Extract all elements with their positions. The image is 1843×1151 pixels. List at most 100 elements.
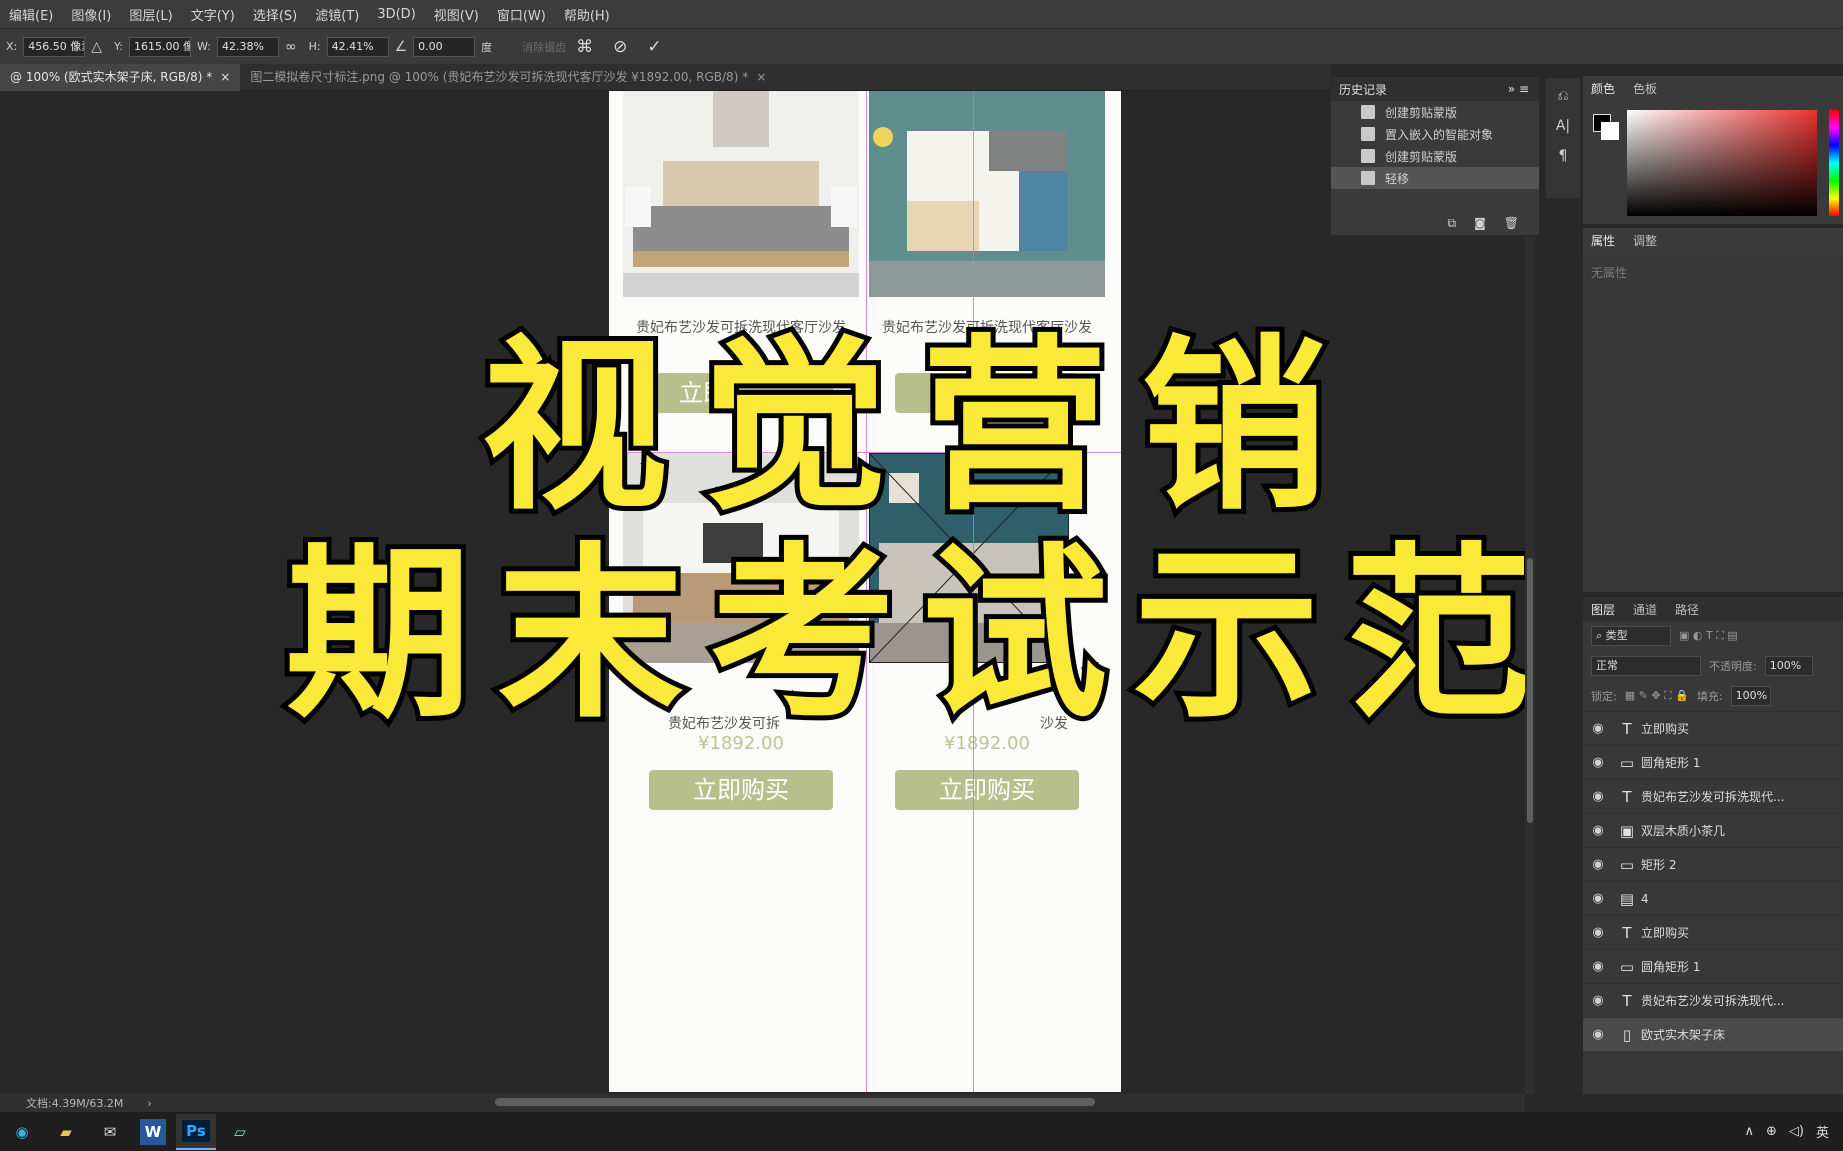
edge-browser-icon[interactable]: ◉ <box>2 1114 42 1150</box>
tab-layers[interactable]: 图层 <box>1591 601 1615 618</box>
tab-document-2[interactable]: 图二模拟卷尺寸标注.png @ 100% (贵妃布艺沙发可拆洗现代客厅沙发 ¥1… <box>240 64 776 91</box>
ime-indicator[interactable]: 英 <box>1816 1122 1829 1141</box>
trash-icon[interactable]: 🗑 <box>1504 216 1519 231</box>
new-document-icon[interactable]: ⧉ <box>1448 216 1457 231</box>
menu-view[interactable]: 视图(V) <box>425 5 488 24</box>
product-name-3: 贵妃布艺沙发可拆 <box>668 716 780 732</box>
lock-icons[interactable]: ▦ ✎ ✥ ⛶ 🔒 <box>1625 689 1689 703</box>
tab-label: 图二模拟卷尺寸标注.png @ 100% (贵妃布艺沙发可拆洗现代客厅沙发 ¥1… <box>250 69 749 84</box>
h-field[interactable]: 42.41% <box>326 36 389 57</box>
buy-button-1[interactable]: 立即 <box>649 373 833 413</box>
buy-button-3[interactable]: 立即购买 <box>649 770 833 810</box>
network-icon[interactable]: ⊕ <box>1766 1124 1777 1139</box>
panel-icon-strip: ⎌ A| ¶ <box>1546 78 1580 198</box>
scrollbar-thumb[interactable] <box>1527 558 1533 823</box>
history-panel-icon[interactable]: ⎌ <box>1557 88 1568 104</box>
panel-menu-icon[interactable]: » ≡ <box>1508 82 1529 96</box>
chevron-up-icon[interactable]: ∧ <box>1744 1124 1754 1139</box>
menu-image[interactable]: 图像(I) <box>62 5 120 24</box>
buy-button-2[interactable] <box>895 373 1079 413</box>
document-artboard[interactable]: 贵妃布艺沙发可拆洗现代客厅沙发 贵妃布艺沙发可拆洗现代客厅沙发 ¥1 立即 贵妃… <box>609 91 1121 1092</box>
layer-name: 圆角矩形 1 <box>1641 756 1701 770</box>
layer-kind-filter[interactable]: ⌕ 类型 <box>1591 626 1671 646</box>
options-bar: X: 456.50 像素 △ Y: 1615.00 像 W: 42.38% ∞ … <box>0 28 1843 64</box>
history-item[interactable]: 创建剪贴蒙版 <box>1331 101 1539 123</box>
close-icon[interactable]: × <box>220 70 230 84</box>
w-field[interactable]: 42.38% <box>216 36 279 57</box>
menu-help[interactable]: 帮助(H) <box>555 5 619 24</box>
document-icon <box>1361 171 1375 185</box>
tab-paths[interactable]: 路径 <box>1675 601 1699 618</box>
layer-row[interactable]: ◉ T 立即购买 <box>1583 915 1843 949</box>
x-field[interactable]: 456.50 像素 <box>23 36 86 57</box>
visibility-eye-icon[interactable]: ◉ <box>1583 993 1613 1008</box>
buy-button-4[interactable]: 立即购买 <box>895 770 1079 810</box>
filter-icons[interactable]: ▣ ◐ T ⛶ ▤ <box>1679 629 1738 643</box>
layer-row[interactable]: ◉ ▭ 圆角矩形 1 <box>1583 745 1843 779</box>
layer-name: 欧式实木架子床 <box>1641 1028 1726 1042</box>
visibility-eye-icon[interactable]: ◉ <box>1583 721 1613 736</box>
word-icon[interactable]: W <box>140 1118 166 1145</box>
layer-row[interactable]: ◉ ▭ 矩形 2 <box>1583 847 1843 881</box>
tab-swatches[interactable]: 色板 <box>1633 80 1657 97</box>
layer-row[interactable]: ◉ T 立即购买 <box>1583 711 1843 745</box>
history-item-selected[interactable]: 轻移 <box>1331 167 1539 189</box>
layer-row[interactable]: ◉ ▭ 圆角矩形 1 <box>1583 949 1843 983</box>
visibility-eye-icon[interactable]: ◉ <box>1583 755 1613 770</box>
history-item-label: 创建剪贴蒙版 <box>1385 149 1458 164</box>
menu-type[interactable]: 文字(Y) <box>182 5 244 24</box>
cancel-icon[interactable]: ⊘ <box>613 37 627 57</box>
tab-adjustments[interactable]: 调整 <box>1633 232 1657 249</box>
visibility-eye-icon[interactable]: ◉ <box>1583 1027 1613 1042</box>
visibility-eye-icon[interactable]: ◉ <box>1583 891 1613 906</box>
layer-row[interactable]: ◉ ▣ 双层木质小茶几 <box>1583 813 1843 847</box>
angle-field[interactable]: 0.00 <box>413 36 476 57</box>
file-explorer-icon[interactable]: ▰ <box>46 1114 86 1150</box>
volume-icon[interactable]: ◁) <box>1789 1124 1804 1139</box>
tab-document-1[interactable]: @ 100% (欧式实木架子床, RGB/8) * × <box>0 63 241 91</box>
visibility-eye-icon[interactable]: ◉ <box>1583 959 1613 974</box>
visibility-eye-icon[interactable]: ◉ <box>1583 789 1613 804</box>
link-icon[interactable]: ∞ <box>285 39 297 55</box>
mail-icon[interactable]: ✉ <box>90 1114 130 1150</box>
layer-row[interactable]: ◉ T 贵妃布艺沙发可拆洗现代... <box>1583 983 1843 1017</box>
notes-app-icon[interactable]: ▱ <box>220 1114 260 1150</box>
paragraph-panel-icon[interactable]: ¶ <box>1559 148 1568 164</box>
menu-select[interactable]: 选择(S) <box>244 5 306 24</box>
status-arrow-icon[interactable]: › <box>147 1097 151 1110</box>
opacity-field[interactable]: 100% <box>1764 656 1813 676</box>
layer-row[interactable]: ◉ ▤ 4 <box>1583 881 1843 915</box>
close-icon[interactable]: × <box>756 70 766 84</box>
history-item[interactable]: 创建剪贴蒙版 <box>1331 145 1539 167</box>
menu-layer[interactable]: 图层(L) <box>120 5 181 24</box>
fill-field[interactable]: 100% <box>1730 686 1771 706</box>
tab-channels[interactable]: 通道 <box>1633 601 1657 618</box>
blend-mode-select[interactable]: 正常 <box>1591 656 1701 676</box>
menu-edit[interactable]: 编辑(E) <box>0 5 62 24</box>
history-item[interactable]: 置入嵌入的智能对象 <box>1331 123 1539 145</box>
tab-properties[interactable]: 属性 <box>1591 232 1615 249</box>
warp-icon[interactable]: ⌘ <box>576 37 593 57</box>
character-panel-icon[interactable]: A| <box>1556 118 1570 134</box>
canvas-vertical-scrollbar[interactable] <box>1525 91 1535 1094</box>
menu-3d[interactable]: 3D(D) <box>368 7 424 22</box>
product-name-1: 贵妃布艺沙发可拆洗现代客厅沙发 <box>636 320 846 336</box>
layer-row[interactable]: ◉ ▯ 欧式实木架子床 <box>1583 1017 1843 1051</box>
product-price-3: ¥1892.00 <box>698 733 784 754</box>
photoshop-icon[interactable]: Ps <box>176 1113 216 1150</box>
snapshot-camera-icon[interactable]: ◙ <box>1474 216 1486 231</box>
color-picker-field[interactable] <box>1627 110 1817 216</box>
menu-filter[interactable]: 滤镜(T) <box>306 5 368 24</box>
visibility-eye-icon[interactable]: ◉ <box>1583 857 1613 872</box>
layer-row[interactable]: ◉ T 贵妃布艺沙发可拆洗现代... <box>1583 779 1843 813</box>
menu-window[interactable]: 窗口(W) <box>488 5 555 24</box>
hue-slider[interactable] <box>1829 110 1839 216</box>
commit-check-icon[interactable]: ✓ <box>647 37 661 57</box>
y-field[interactable]: 1615.00 像 <box>129 36 191 57</box>
visibility-eye-icon[interactable]: ◉ <box>1583 823 1613 838</box>
tab-color[interactable]: 颜色 <box>1591 80 1615 97</box>
horizontal-scrollbar[interactable] <box>495 1098 1095 1106</box>
canvas-area[interactable]: 贵妃布艺沙发可拆洗现代客厅沙发 贵妃布艺沙发可拆洗现代客厅沙发 ¥1 立即 贵妃… <box>0 91 1525 1094</box>
background-swatch[interactable] <box>1601 122 1619 140</box>
visibility-eye-icon[interactable]: ◉ <box>1583 925 1613 940</box>
